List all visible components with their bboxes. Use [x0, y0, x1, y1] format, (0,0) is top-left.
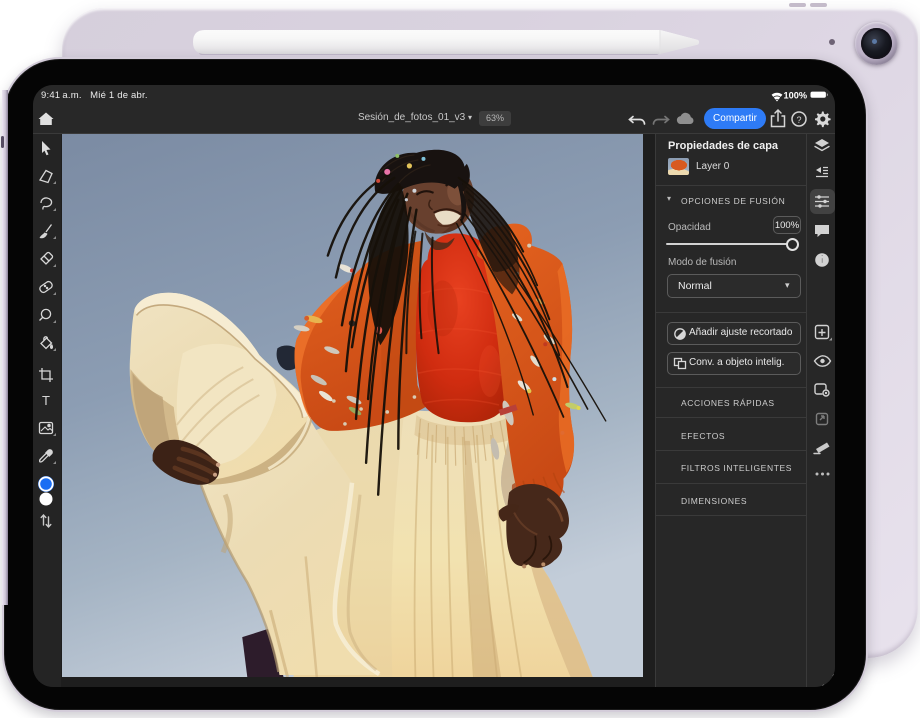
svg-text:T: T — [42, 393, 50, 408]
svg-text:100%: 100% — [784, 91, 808, 101]
svg-text:?: ? — [796, 115, 801, 125]
